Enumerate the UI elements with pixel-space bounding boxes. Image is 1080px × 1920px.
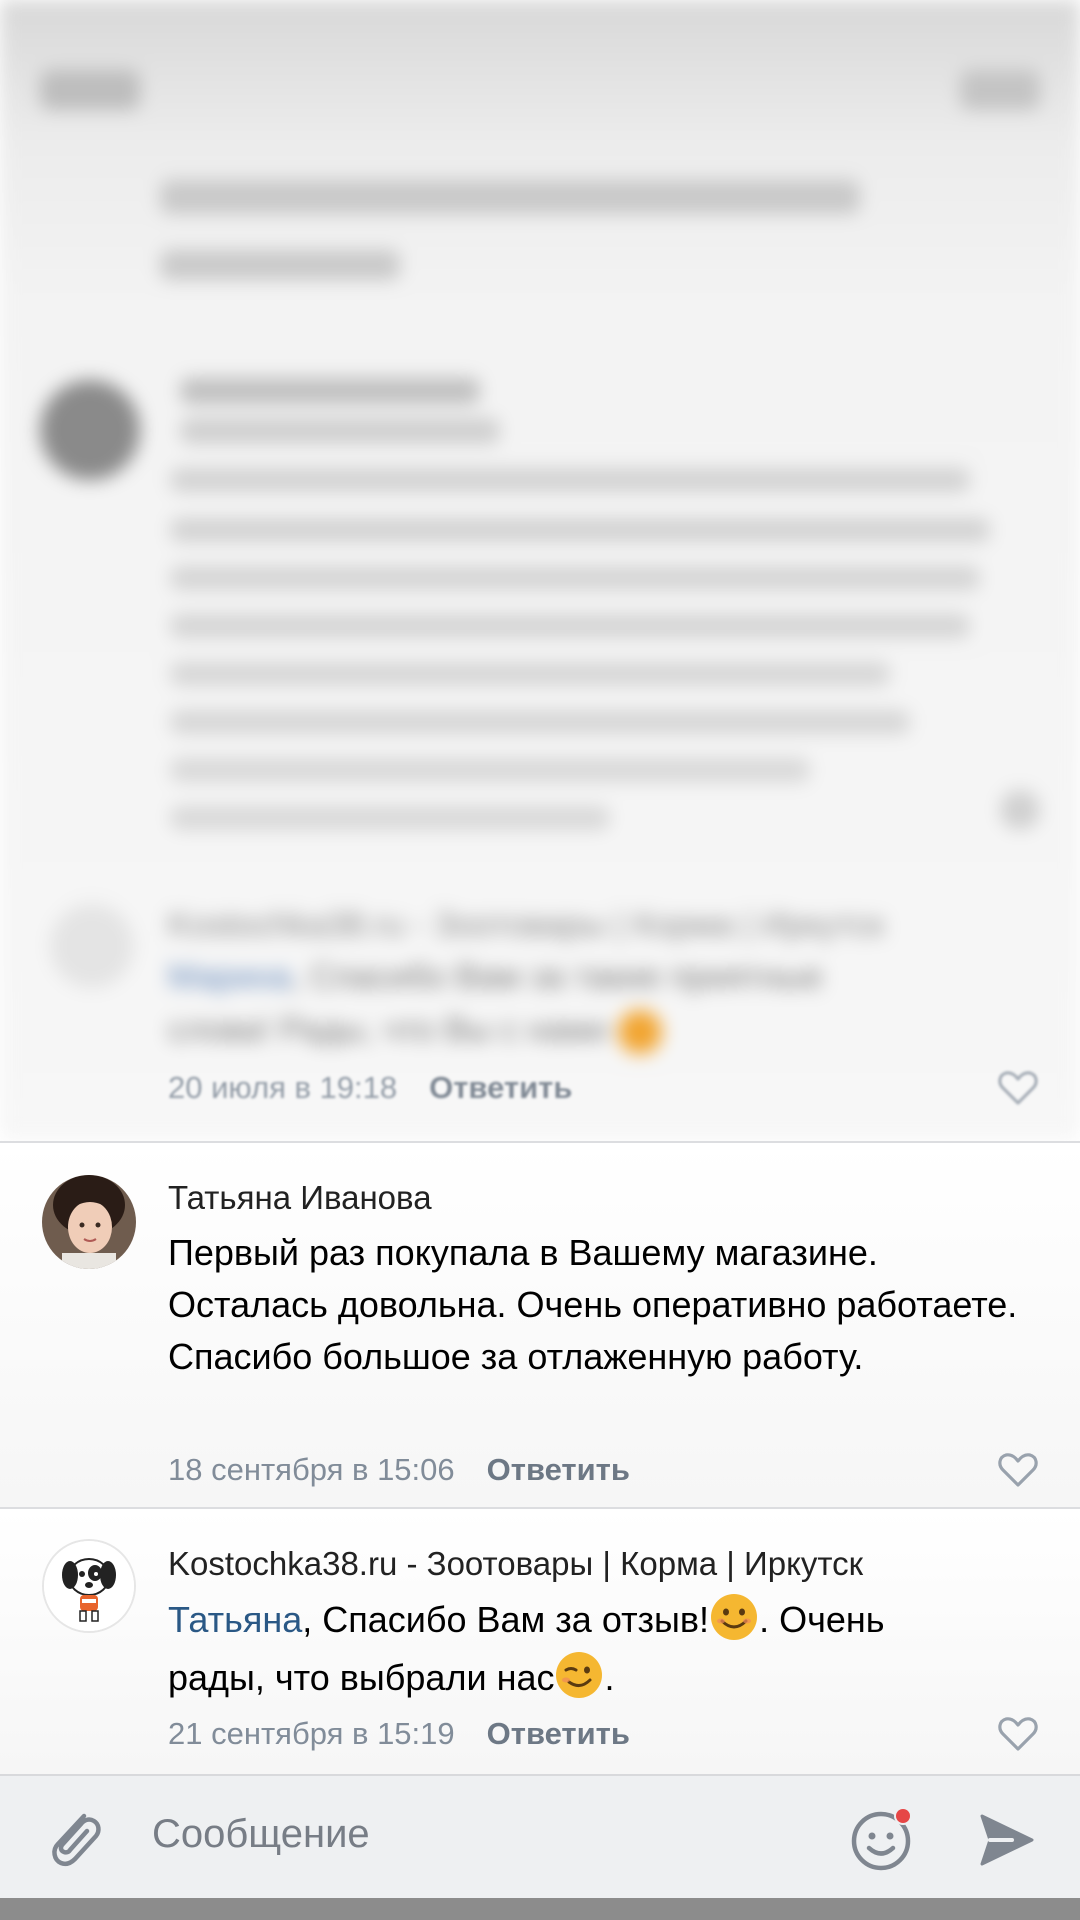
wink-emoji-icon: [556, 1652, 603, 1698]
notification-dot: [896, 1809, 910, 1823]
blurred-reply-line2-text: слова! Рады, что Вы с нами: [168, 1010, 608, 1049]
avatar[interactable]: [42, 1175, 136, 1269]
blurred-reply-line2: слова! Рады, что Вы с нами: [168, 1010, 662, 1054]
avatar[interactable]: [42, 1539, 136, 1633]
heart-outline-icon[interactable]: [998, 1452, 1038, 1488]
heart-outline-icon[interactable]: [998, 1716, 1038, 1752]
comment-meta: 21 сентября в 15:19 Ответить: [168, 1709, 1038, 1759]
comment-text-part: .: [604, 1657, 615, 1698]
mention-link[interactable]: Татьяна: [168, 1599, 302, 1640]
comment-text-part: . Очень: [759, 1599, 885, 1640]
comment-author[interactable]: Татьяна Иванова: [168, 1179, 432, 1217]
comment-text-part: рады, что выбрали нас: [168, 1657, 555, 1698]
system-nav-strip: [0, 1898, 1080, 1920]
comment-author[interactable]: Kostochka38.ru - Зоотовары | Корма | Ирк…: [168, 1545, 863, 1583]
comment-text: Первый раз покупала в Вашему магазине. О…: [168, 1232, 1018, 1377]
comment-timestamp: 18 сентября в 15:06: [168, 1452, 455, 1487]
blurred-background: Kostochka38.ru - Зоотовары | Корма | Ирк…: [0, 0, 1080, 1140]
blurred-reply-timestamp: 20 июля в 19:18: [168, 1070, 398, 1105]
comment-text: Татьяна, Спасибо Вам за отзыв! . Очень рад…: [168, 1591, 1028, 1707]
blurred-reply-line1: , Спасибо Вам за такие приятные: [291, 958, 823, 996]
blurred-reply-meta: 20 июля в 19:18 Ответить: [168, 1063, 1038, 1113]
comment-meta: 18 сентября в 15:06 Ответить: [168, 1445, 1038, 1495]
paperclip-icon[interactable]: [44, 1804, 106, 1872]
reply-button[interactable]: Ответить: [487, 1452, 630, 1488]
message-composer: Сообщение: [0, 1774, 1080, 1898]
smile-emoji-icon: [617, 1010, 662, 1054]
comment-timestamp: 21 сентября в 15:19: [168, 1716, 455, 1751]
send-icon[interactable]: [976, 1810, 1036, 1870]
blurred-reply-text: Марина, Спасибо Вам за такие приятные: [168, 958, 823, 997]
comment-text-part: , Спасибо Вам за отзыв!: [302, 1599, 710, 1640]
comment-tatiana: Татьяна Иванова Первый раз покупала в Ва…: [0, 1143, 1080, 1507]
smile-emoji-icon: [711, 1594, 758, 1640]
blurred-reply-mention: Марина: [168, 958, 292, 996]
smile-icon[interactable]: [850, 1806, 916, 1872]
message-input[interactable]: Сообщение: [152, 1812, 370, 1857]
blurred-reply-reply-button[interactable]: Ответить: [429, 1070, 572, 1106]
blurred-reply-author: Kostochka38.ru - Зоотовары | Корма | Ирк…: [168, 906, 885, 944]
heart-outline-icon[interactable]: [998, 1070, 1038, 1106]
comment-kostochka: Kostochka38.ru - Зоотовары | Корма | Ирк…: [0, 1509, 1080, 1774]
reply-button[interactable]: Ответить: [487, 1716, 630, 1752]
